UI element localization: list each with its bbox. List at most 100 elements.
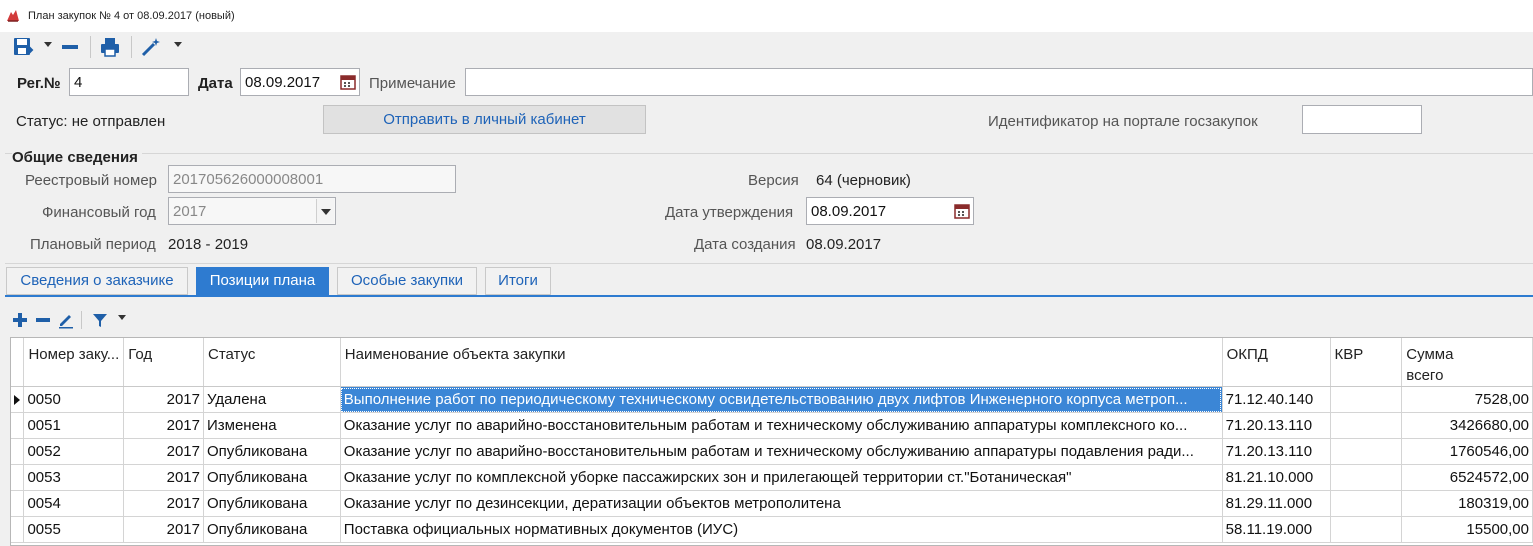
column-header-okpd[interactable]: ОКПД [1222, 338, 1331, 387]
cell-number[interactable]: 0053 [23, 464, 125, 491]
cell-status[interactable]: Опубликована [203, 490, 341, 517]
cell-name[interactable]: Выполнение работ по периодическому техни… [340, 386, 1223, 413]
toolbar-separator [131, 36, 132, 58]
row-indicator[interactable] [11, 490, 25, 517]
column-header-sum[interactable]: Сумма всего [1401, 338, 1533, 387]
filter-dropdown-caret[interactable] [118, 315, 126, 320]
cell-status[interactable]: Опубликована [203, 464, 341, 491]
table-row[interactable]: 0054 2017 Опубликована Оказание услуг по де… [11, 490, 1533, 517]
cell-okpd[interactable]: 81.21.10.000 [1222, 464, 1331, 491]
tab-customer-info[interactable]: Сведения о заказчике [6, 267, 188, 295]
cell-kvr[interactable] [1330, 438, 1403, 465]
edit-icon [59, 315, 73, 329]
table-row[interactable]: 0052 2017 Опубликована Оказание услуг по ав… [11, 438, 1533, 465]
table-row[interactable]: 0050 2017 Удалена Выполнение работ по перио… [11, 386, 1533, 413]
delete-button[interactable] [58, 34, 82, 60]
cell-sum[interactable]: 1760546,00 [1401, 438, 1533, 465]
cell-name[interactable]: Оказание услуг по аварийно-восстановител… [340, 438, 1223, 465]
date-value: 08.09.2017 [245, 74, 321, 91]
cell-year[interactable]: 2017 [123, 386, 204, 413]
filter-button[interactable] [90, 307, 110, 333]
table-row[interactable]: 0051 2017 Изменена Оказание услуг по аварий… [11, 412, 1533, 439]
column-header-name[interactable]: Наименование объекта закупки [340, 338, 1223, 387]
row-indicator[interactable] [11, 464, 25, 491]
cell-sum[interactable]: 3426680,00 [1401, 412, 1533, 439]
cell-kvr[interactable] [1330, 490, 1403, 517]
cell-kvr[interactable] [1330, 516, 1403, 543]
cell-year[interactable]: 2017 [123, 464, 204, 491]
cell-sum[interactable]: 15500,00 [1401, 516, 1533, 543]
add-row-button[interactable] [10, 307, 30, 333]
toolbar-separator [81, 311, 82, 329]
edit-row-button[interactable] [56, 307, 76, 333]
cell-status[interactable]: Удалена [203, 386, 341, 413]
cell-status[interactable]: Опубликована [203, 438, 341, 465]
cell-sum[interactable]: 6524572,00 [1401, 464, 1533, 491]
cell-okpd[interactable]: 71.20.13.110 [1222, 438, 1331, 465]
send-to-cabinet-button[interactable]: Отправить в личный кабинет [323, 105, 646, 134]
cell-year[interactable]: 2017 [123, 516, 204, 543]
cell-number[interactable]: 0051 [23, 412, 125, 439]
save-button[interactable] [10, 34, 36, 60]
cell-year[interactable]: 2017 [123, 438, 204, 465]
cell-kvr[interactable] [1330, 412, 1403, 439]
row-indicator[interactable] [11, 438, 25, 465]
reg-number-field[interactable]: 4 [69, 68, 189, 96]
table-row[interactable]: 0053 2017 Опубликована Оказание услуг по ко… [11, 464, 1533, 491]
calendar-icon[interactable] [339, 72, 357, 92]
cell-status[interactable]: Опубликована [203, 516, 341, 543]
tab-totals[interactable]: Итоги [485, 267, 551, 295]
registry-number-field: 201705626000008001 [168, 165, 456, 193]
row-indicator-header [11, 338, 25, 387]
cell-year[interactable]: 2017 [123, 412, 204, 439]
approval-date-field[interactable]: 08.09.2017 [806, 197, 974, 225]
cell-okpd[interactable]: 71.12.40.140 [1222, 386, 1331, 413]
chevron-down-icon[interactable] [316, 199, 334, 223]
app-icon [7, 10, 19, 22]
cell-number[interactable]: 0052 [23, 438, 125, 465]
column-header-number[interactable]: Номер заку... [23, 338, 125, 387]
column-header-status[interactable]: Статус [203, 338, 341, 387]
row-indicator[interactable] [11, 412, 25, 439]
row-indicator[interactable] [11, 516, 25, 543]
cell-name[interactable]: Оказание услуг по аварийно-восстановител… [340, 412, 1223, 439]
tab-plan-positions[interactable]: Позиции плана [196, 267, 329, 295]
created-date-label: Дата создания [694, 236, 796, 253]
wizard-button[interactable] [138, 34, 164, 60]
wizard-dropdown-caret[interactable] [174, 42, 182, 47]
cell-year[interactable]: 2017 [123, 490, 204, 517]
tab-special-purchases[interactable]: Особые закупки [337, 267, 477, 295]
remove-row-button[interactable] [33, 307, 53, 333]
general-section-title: Общие сведения [12, 149, 142, 166]
print-button[interactable] [97, 34, 123, 60]
registry-number-label: Реестровый номер [25, 172, 158, 189]
cell-name[interactable]: Поставка официальных нормативных докумен… [340, 516, 1223, 543]
cell-number[interactable]: 0055 [23, 516, 125, 543]
date-field[interactable]: 08.09.2017 [240, 68, 360, 96]
cell-kvr[interactable] [1330, 464, 1403, 491]
note-field[interactable] [465, 68, 1533, 96]
date-label: Дата [198, 75, 233, 92]
cell-number[interactable]: 0054 [23, 490, 125, 517]
cell-sum[interactable]: 7528,00 [1401, 386, 1533, 413]
save-dropdown-caret[interactable] [44, 42, 52, 47]
table-row[interactable]: 0055 2017 Опубликована Поставка официальных… [11, 516, 1533, 543]
cell-kvr[interactable] [1330, 386, 1403, 413]
cell-okpd[interactable]: 81.29.11.000 [1222, 490, 1331, 517]
column-header-year[interactable]: Год [123, 338, 204, 387]
cell-okpd[interactable]: 71.20.13.110 [1222, 412, 1331, 439]
cell-status[interactable]: Изменена [203, 412, 341, 439]
portal-id-field[interactable] [1302, 105, 1422, 134]
cell-name[interactable]: Оказание услуг по комплексной уборке пас… [340, 464, 1223, 491]
calendar-icon[interactable] [953, 201, 971, 221]
cell-name[interactable]: Оказание услуг по дезинсекции, дератизац… [340, 490, 1223, 517]
cell-sum[interactable]: 180319,00 [1401, 490, 1533, 517]
cell-okpd[interactable]: 58.11.19.000 [1222, 516, 1331, 543]
remove-icon [36, 318, 50, 322]
fin-year-select[interactable]: 2017 [168, 197, 336, 225]
cell-number[interactable]: 0050 [23, 386, 125, 413]
row-indicator[interactable] [11, 386, 25, 413]
column-header-kvr[interactable]: КВР [1330, 338, 1403, 387]
approval-date-label: Дата утверждения [665, 204, 794, 221]
add-icon [13, 313, 27, 327]
